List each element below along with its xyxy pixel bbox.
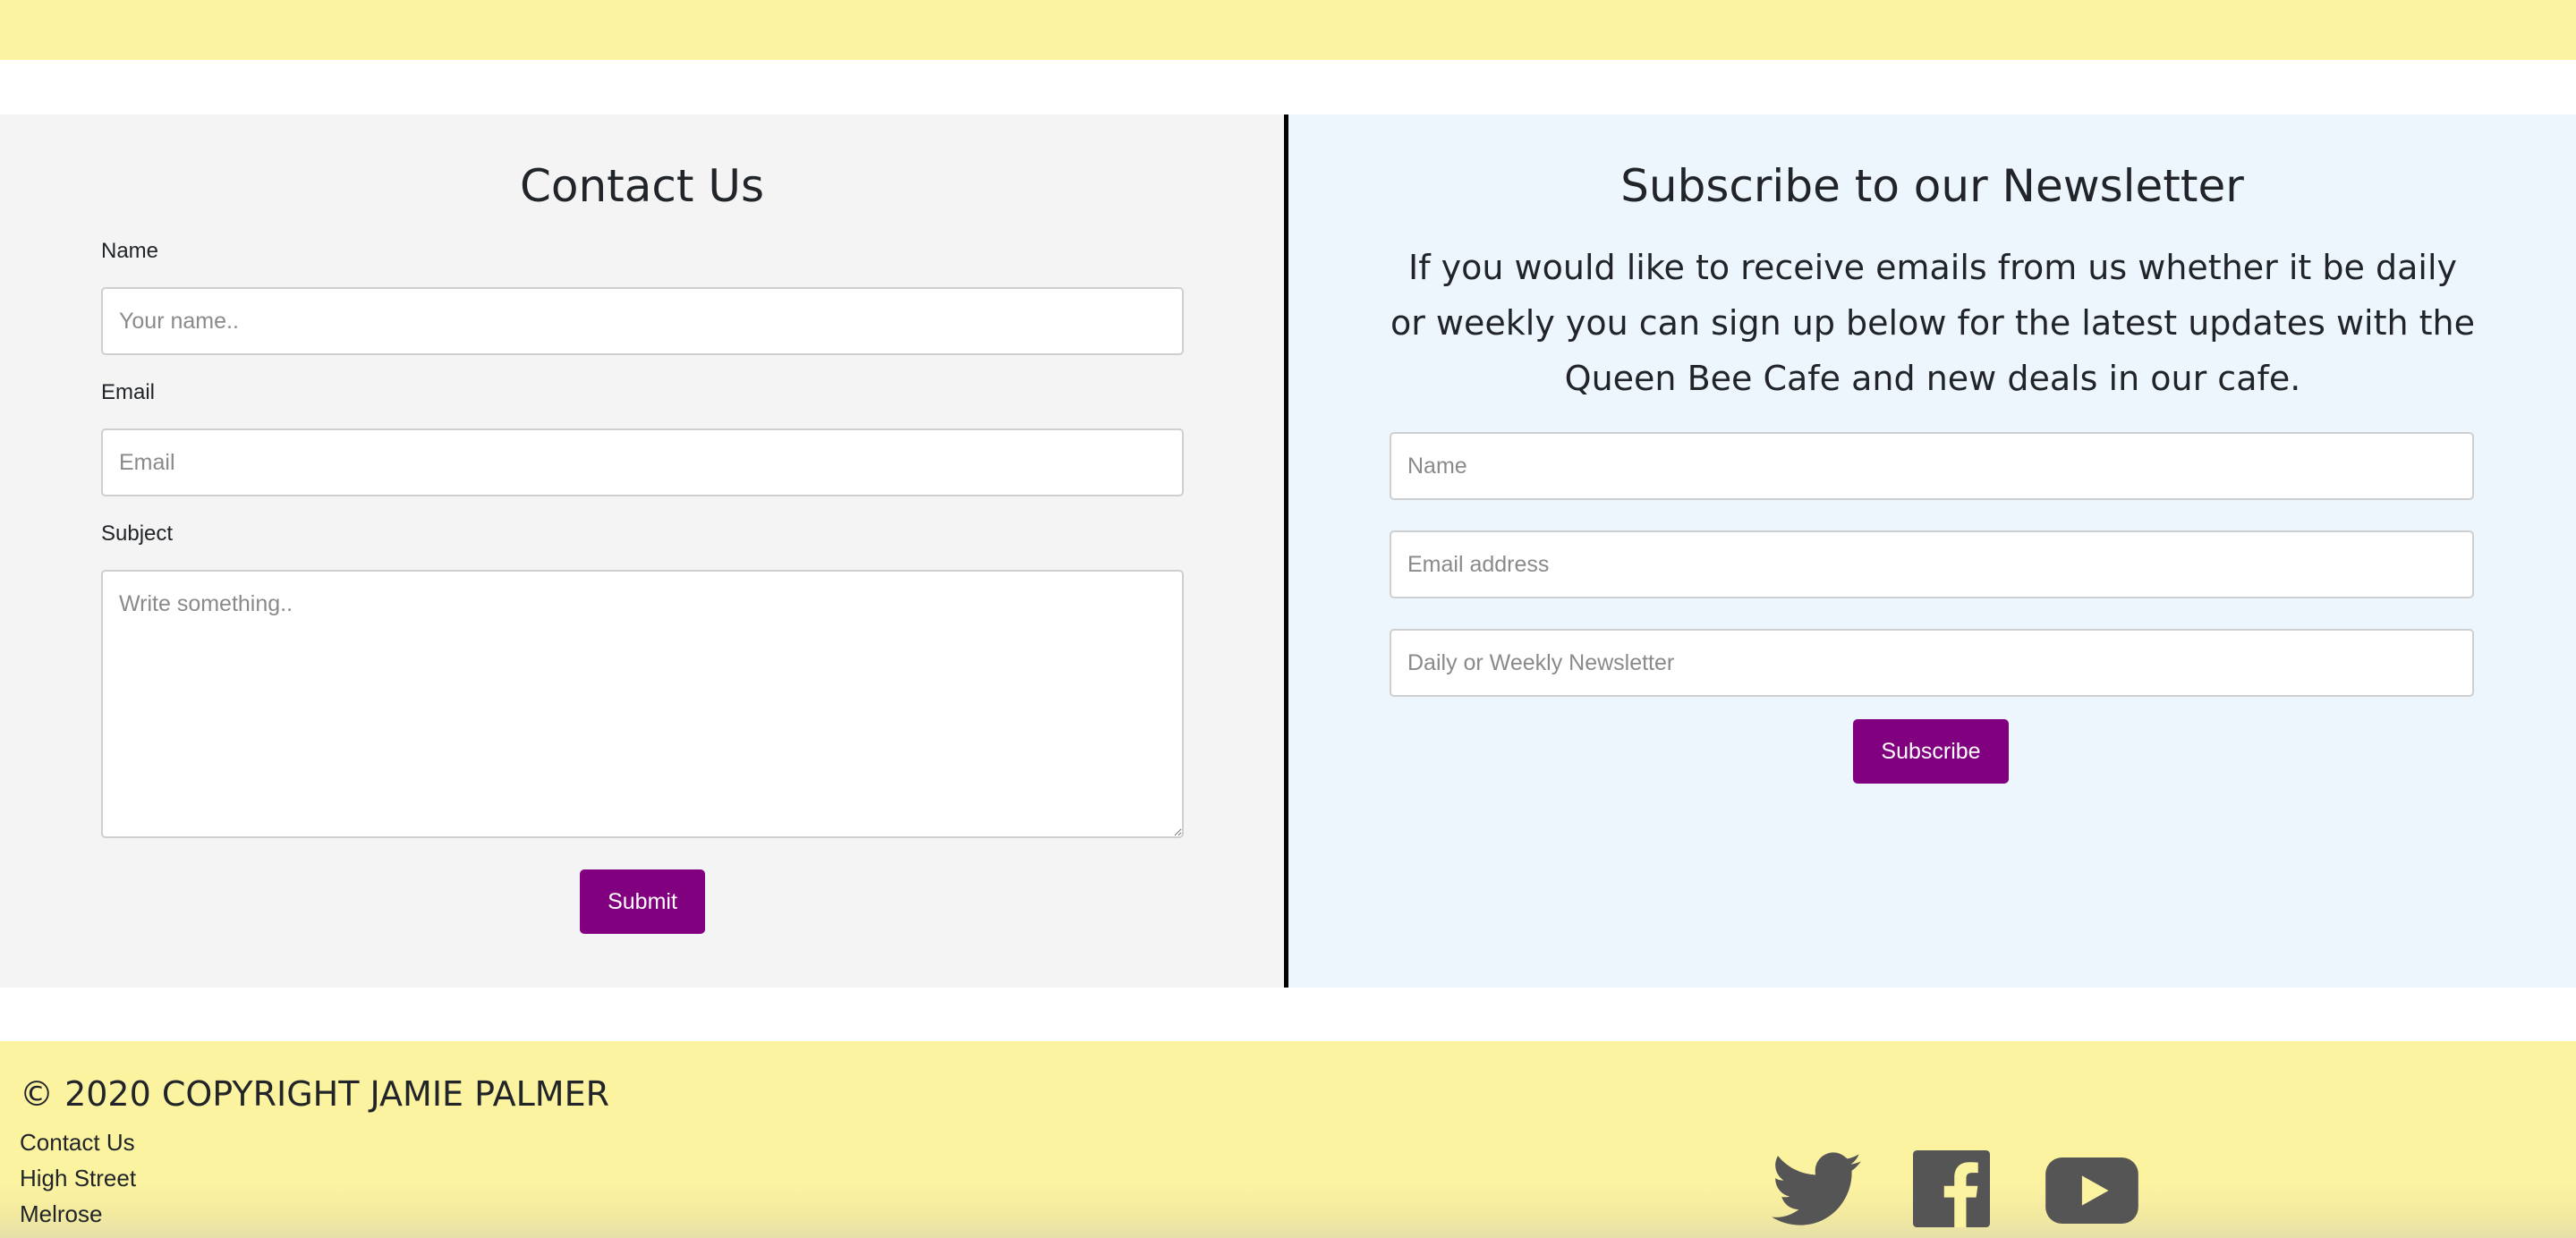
newsletter-frequency-input[interactable] bbox=[1390, 629, 2474, 697]
contact-subject-textarea[interactable] bbox=[101, 570, 1184, 838]
name-label: Name bbox=[101, 239, 159, 263]
newsletter-section: Subscribe to our Newsletter If you would… bbox=[1288, 114, 2576, 988]
newsletter-email-input[interactable] bbox=[1390, 530, 2474, 598]
subject-label: Subject bbox=[101, 521, 174, 546]
submit-button[interactable]: Submit bbox=[580, 869, 705, 934]
contact-section: Contact Us Name Email Subject Submit bbox=[0, 114, 1284, 988]
newsletter-intro: If you would like to receive emails from… bbox=[1390, 248, 2476, 398]
email-label: Email bbox=[101, 380, 156, 404]
contact-name-input[interactable] bbox=[101, 287, 1184, 355]
youtube-icon[interactable] bbox=[2045, 1157, 2138, 1224]
footer-street: High Street bbox=[20, 1165, 137, 1191]
facebook-icon[interactable] bbox=[1913, 1150, 1990, 1227]
top-band bbox=[0, 0, 2576, 60]
contact-email-input[interactable] bbox=[101, 428, 1184, 496]
footer-contact-link[interactable]: Contact Us bbox=[20, 1128, 135, 1157]
footer-town: Melrose bbox=[20, 1200, 103, 1227]
contact-title: Contact Us bbox=[519, 160, 765, 212]
twitter-icon[interactable] bbox=[1772, 1152, 1861, 1227]
newsletter-name-input[interactable] bbox=[1390, 432, 2474, 500]
subscribe-button[interactable]: Subscribe bbox=[1853, 719, 2009, 784]
footer: © 2020 COPYRIGHT JAMIE PALMER Contact Us… bbox=[0, 1041, 2576, 1238]
newsletter-title: Subscribe to our Newsletter bbox=[1620, 160, 2244, 212]
copyright-text: © 2020 COPYRIGHT JAMIE PALMER bbox=[20, 1074, 609, 1114]
